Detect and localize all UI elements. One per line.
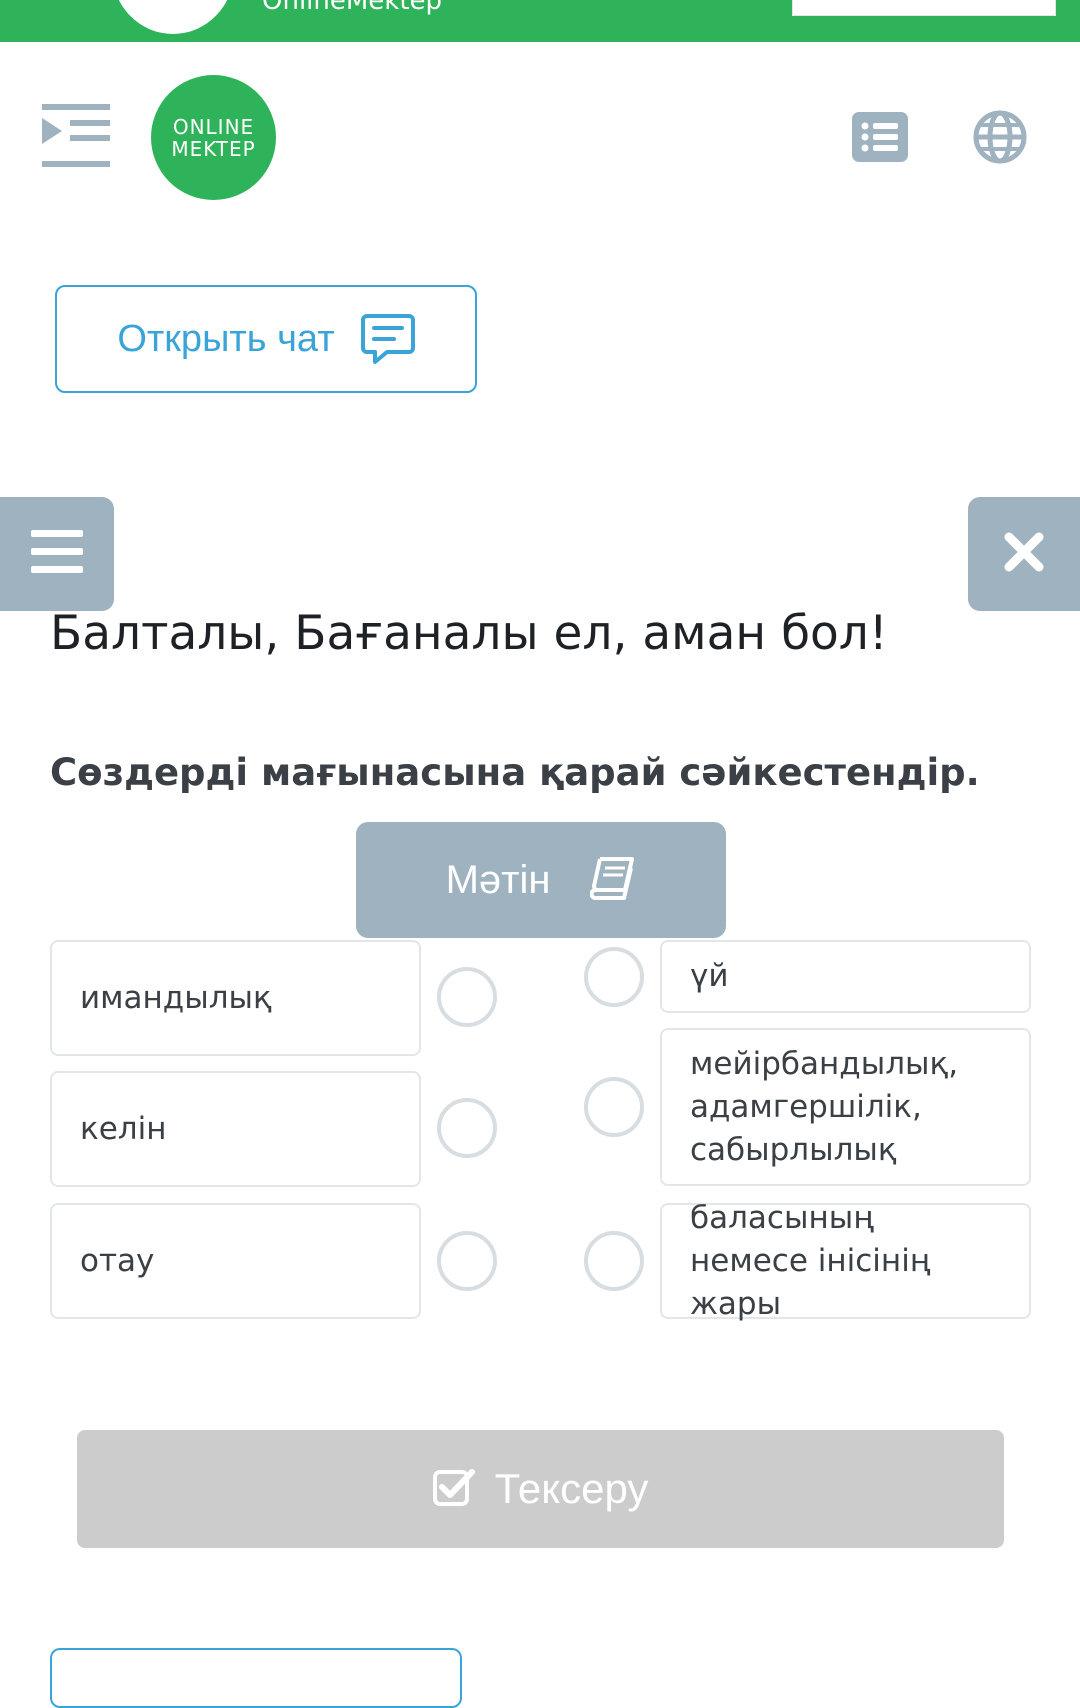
right-item-meyirbandylyq[interactable]: мейірбандылық, адамгершілік, сабырлылық [660, 1028, 1031, 1186]
logo-line2: MEKTEP [171, 136, 256, 161]
left-item-otau[interactable]: отау [50, 1203, 421, 1319]
bottom-outlined-button[interactable] [50, 1648, 462, 1708]
left-item-label: отау [80, 1242, 155, 1279]
chat-message-icon [360, 312, 415, 366]
left-connector-3[interactable] [437, 1231, 497, 1291]
right-item-ui[interactable]: үй [660, 940, 1031, 1013]
right-connector-3[interactable] [584, 1231, 644, 1291]
check-button-label: Тексеру [494, 1465, 649, 1512]
left-item-label: имандылық [80, 979, 272, 1016]
task-instruction: Сөздерді мағынасына қарай сәйкестендір. [50, 751, 980, 794]
top-search-input[interactable] [792, 0, 1056, 16]
side-menu-button[interactable] [0, 497, 114, 611]
text-button-label: Мәтін [445, 857, 551, 902]
book-icon [589, 856, 636, 904]
brand-logo[interactable]: ONLINE MEKTEP [151, 75, 276, 200]
right-item-label: үй [690, 958, 729, 994]
list-icon[interactable] [852, 112, 908, 162]
left-connector-2[interactable] [437, 1098, 497, 1158]
right-item-label: баласының немесе інісінің жары [690, 1199, 931, 1322]
open-chat-button[interactable]: Открыть чат [55, 285, 477, 393]
logo-line1: ONLINE [172, 114, 255, 139]
left-item-label: келін [80, 1110, 167, 1147]
top-logo[interactable] [112, 0, 234, 34]
right-connector-1[interactable] [584, 947, 644, 1007]
text-button[interactable]: Мәтін [356, 822, 726, 938]
indent-menu-icon[interactable] [42, 104, 112, 170]
left-item-kelin[interactable]: келін [50, 1071, 421, 1187]
left-connector-1[interactable] [437, 967, 497, 1027]
check-square-icon [432, 1468, 475, 1510]
top-banner: OnlineMektep [0, 0, 1080, 42]
left-item-imandylyq[interactable]: имандылық [50, 940, 421, 1056]
page-title: Балталы, Бағаналы ел, аман бол! [50, 606, 888, 661]
right-item-balasynyn-zhary[interactable]: баласының немесе інісінің жары [660, 1200, 1031, 1322]
right-connector-2[interactable] [584, 1077, 644, 1137]
top-brand-text: OnlineMektep [262, 0, 443, 16]
globe-icon[interactable] [973, 110, 1027, 164]
hamburger-icon [31, 530, 83, 578]
check-button[interactable]: Тексеру [77, 1430, 1004, 1548]
close-button[interactable] [968, 497, 1080, 611]
open-chat-label: Открыть чат [117, 317, 335, 360]
right-item-label: мейірбандылық, адамгершілік, сабырлылық [690, 1045, 959, 1168]
close-icon [1003, 531, 1045, 577]
